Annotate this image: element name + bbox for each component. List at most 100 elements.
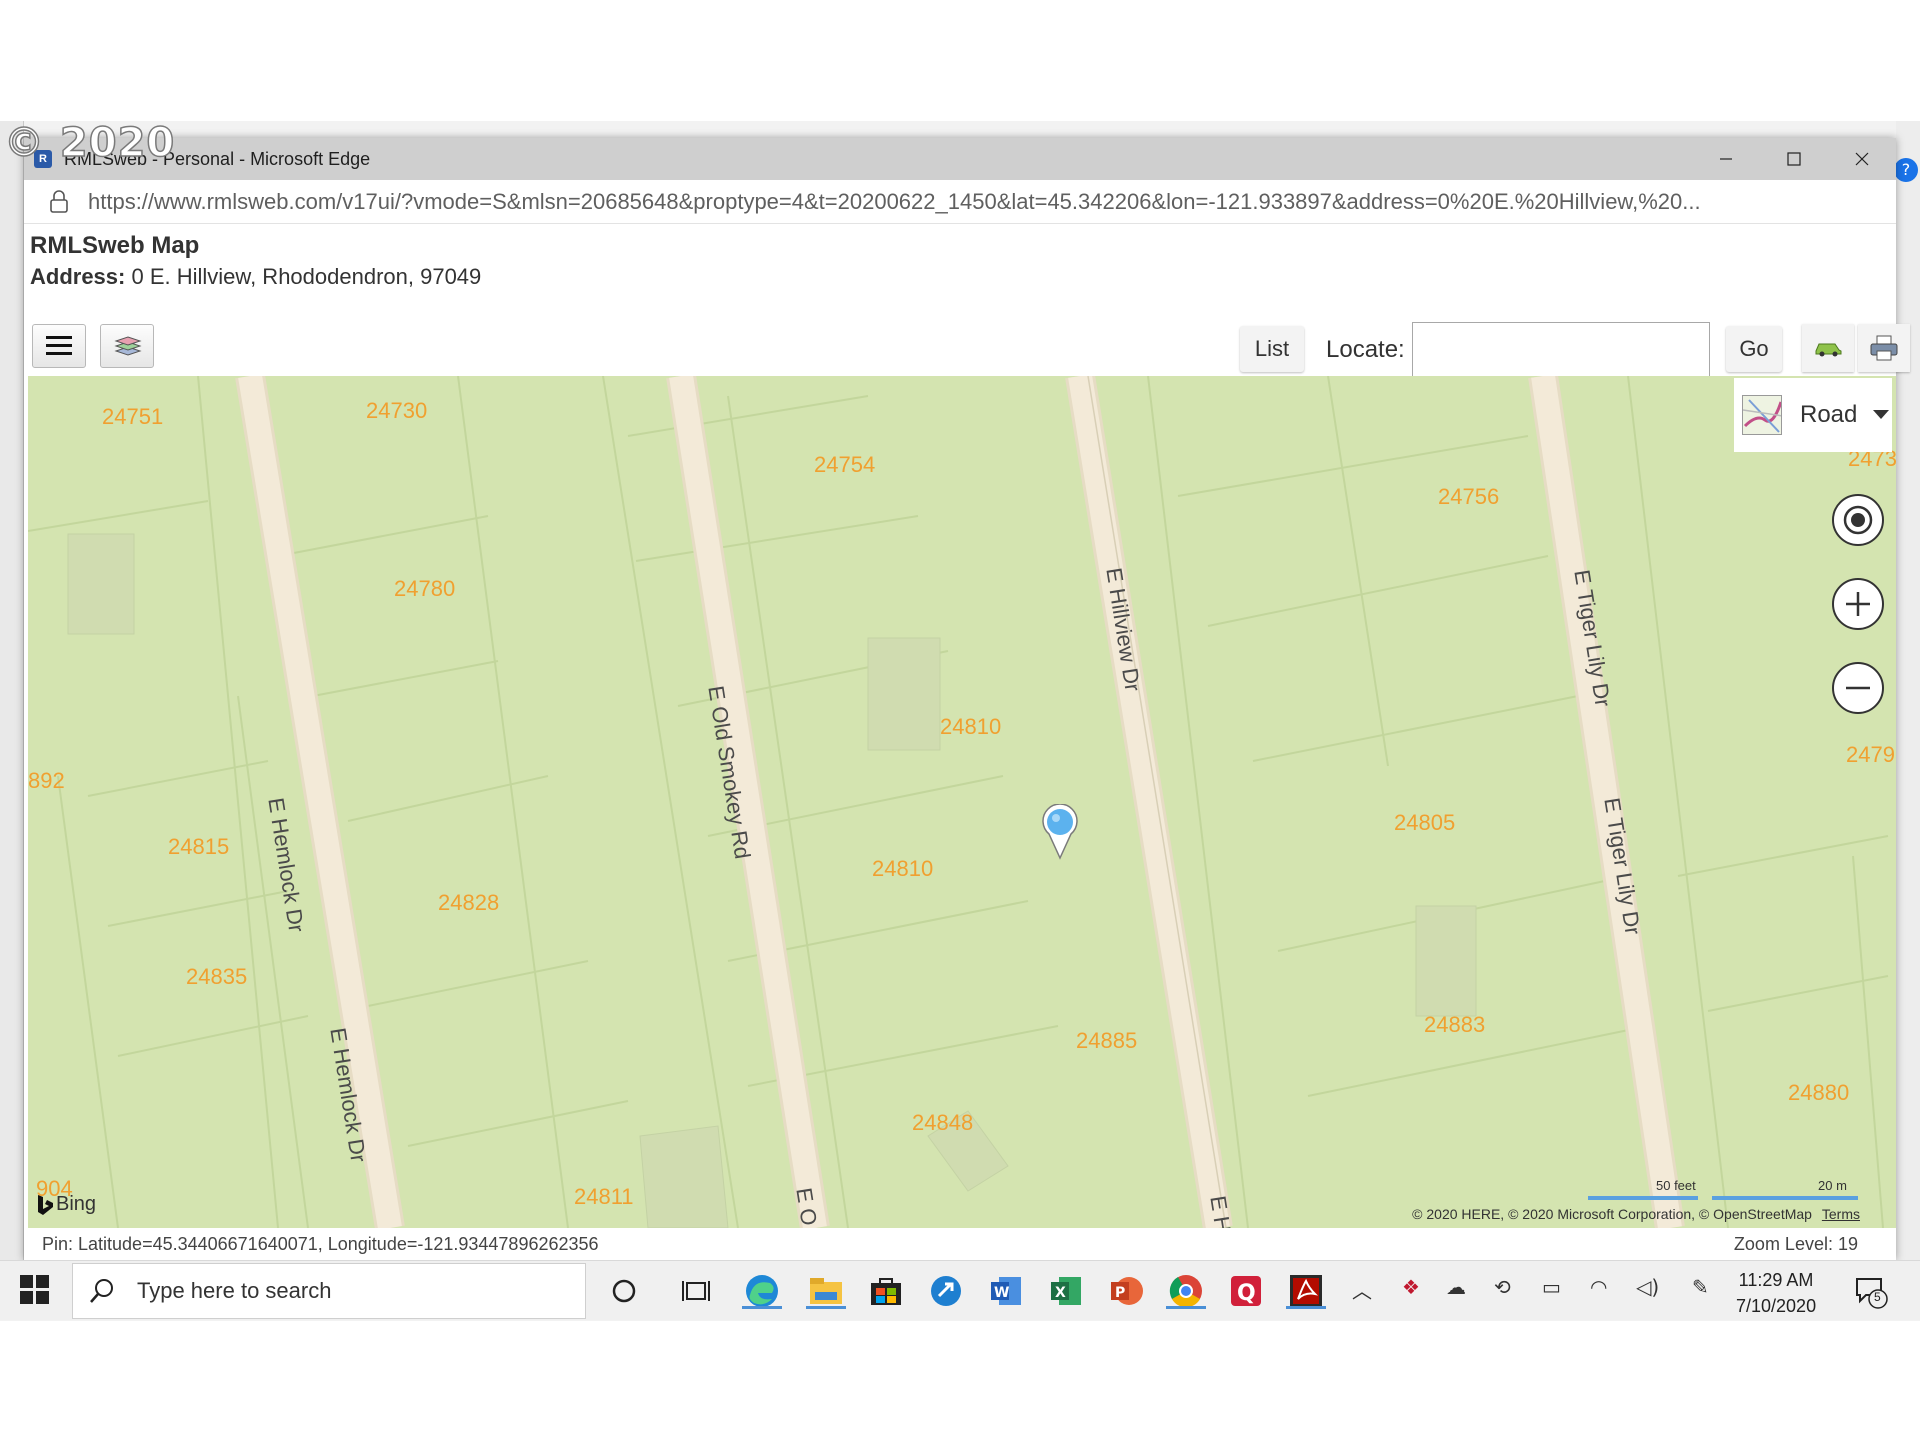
close-button[interactable] [1828,138,1896,180]
scale-meters-label: 20 m [1818,1178,1847,1193]
map-type-label: Road [1800,401,1858,428]
address-bar: https://www.rmlsweb.com/v17ui/?vmode=S&m… [24,180,1896,224]
parcel-number: 24811 [574,1184,634,1209]
cortana-icon[interactable] [604,1271,644,1311]
maximize-button[interactable] [1760,138,1828,180]
map-type-dropdown[interactable]: Road [1734,378,1892,452]
window-controls [1692,138,1896,180]
acrobat-icon[interactable] [1286,1271,1326,1311]
zoom-out-button[interactable] [1832,662,1884,714]
parcel-number: 892 [28,768,65,793]
bing-label: Bing [56,1193,97,1215]
parcel-number: 24815 [168,834,230,859]
directions-button[interactable] [1802,324,1854,372]
parcel-number: 24805 [1394,810,1456,835]
powerpoint-icon[interactable]: P [1106,1271,1146,1311]
chevron-down-icon [1873,410,1890,419]
notification-count: 5 [1874,1290,1881,1304]
hillview-double-line [1087,376,1227,1228]
link-app-icon[interactable] [926,1271,966,1311]
battery-icon[interactable]: ▭ [1542,1275,1561,1299]
layers-button[interactable] [100,324,154,368]
onedrive-icon[interactable]: ☁ [1446,1275,1466,1299]
bing-logo[interactable]: Bing [36,1193,96,1216]
menu-button[interactable] [32,324,86,368]
edge-icon[interactable] [742,1271,782,1311]
volume-icon[interactable]: ◁) [1636,1275,1659,1299]
wifi-icon[interactable]: ◠ [1590,1275,1607,1299]
target-icon [1843,505,1873,535]
map-attribution: © 2020 HERE, © 2020 Microsoft Corporatio… [1412,1206,1860,1222]
parcel-number: 24885 [1076,1028,1138,1053]
svg-text:W: W [994,1285,1009,1301]
taskbar: Type here to search W X P Q ︿ ❖ ☁ ⟲ ▭ ◠ … [0,1260,1920,1320]
parcel-number: 24835 [186,964,248,989]
clock-date: 7/10/2020 [1736,1296,1817,1316]
task-view-icon[interactable] [676,1271,716,1311]
road-map-icon [1742,395,1782,435]
scale-meters-bar [1712,1196,1858,1200]
notifications-button[interactable]: 5 [1854,1275,1888,1309]
dropbox-icon[interactable]: ❖ [1402,1275,1420,1299]
desktop: ? © 2020 R RMLSweb - Personal - Microsof… [0,0,1920,1440]
svg-text:X: X [1055,1285,1066,1301]
parcel-number: 24810 [872,856,934,881]
go-button[interactable]: Go [1726,326,1782,372]
parcel-number: 24754 [814,452,876,477]
parcel-number: 24793 [1846,742,1896,767]
url-field[interactable]: https://www.rmlsweb.com/v17ui/?vmode=S&m… [88,189,1868,215]
plus-icon [1846,592,1870,616]
svg-text:Q: Q [1237,1281,1256,1306]
store-icon[interactable] [866,1271,906,1311]
maximize-icon [1787,152,1801,166]
page-header: RMLSweb Map Address: 0 E. Hillview, Rhod… [24,224,1896,316]
locate-input[interactable] [1412,322,1710,384]
parcel-number: 24883 [1424,1012,1486,1037]
printer-icon [1870,335,1898,361]
copyright-watermark: © 2020 [3,119,176,167]
parcel-number: 24751 [102,404,164,429]
hamburger-icon [46,336,72,355]
update-icon[interactable]: ⟲ [1494,1275,1511,1299]
print-button[interactable] [1858,324,1910,372]
show-hidden-icons-icon[interactable]: ︿ [1352,1275,1372,1304]
locate-me-button[interactable] [1832,494,1884,546]
minus-icon [1846,686,1870,690]
zoom-in-button[interactable] [1832,578,1884,630]
parcel-number: 24730 [366,398,428,423]
bing-icon [38,1194,53,1215]
windows-start-icon[interactable] [20,1275,50,1305]
terms-link[interactable]: Terms [1822,1206,1860,1222]
parcel-number: 24780 [394,576,456,601]
word-icon[interactable]: W [986,1271,1026,1311]
layers-icon [114,336,142,356]
list-button[interactable]: List [1240,326,1304,372]
title-bar[interactable]: R RMLSweb - Personal - Microsoft Edge [24,138,1896,180]
lock-icon[interactable] [44,189,74,214]
car-icon [1815,343,1842,357]
background-window-left-edge [0,121,24,1261]
search-placeholder: Type here to search [137,1278,332,1303]
quicken-icon[interactable]: Q [1226,1271,1266,1311]
map-canvas[interactable]: E Hemlock Dr E Hemlock Dr E Old Smokey R… [28,376,1896,1228]
parcel-number: 24828 [438,890,500,915]
chrome-icon[interactable] [1166,1271,1206,1311]
help-icon[interactable]: ? [1894,158,1918,182]
file-explorer-icon[interactable] [806,1271,846,1311]
pen-icon[interactable]: ✎ [1692,1275,1709,1299]
location-pin-icon[interactable] [1040,804,1080,860]
zoom-level: Zoom Level: 19 [1733,1234,1858,1254]
taskbar-search[interactable]: Type here to search [72,1263,586,1319]
system-clock[interactable]: 11:29 AM 7/10/2020 [1736,1267,1816,1319]
pin-coordinates: Pin: Latitude=45.34406671640071, Longitu… [42,1234,599,1254]
minimize-icon [1720,158,1732,160]
parcel-number: 24810 [940,714,1002,739]
page-title: RMLSweb Map [30,232,200,259]
clock-time: 11:29 AM [1738,1270,1814,1290]
address-label: Address: [30,264,126,289]
notification-icon [1856,1278,1888,1309]
parcel-number: 24848 [912,1110,974,1135]
minimize-button[interactable] [1692,138,1760,180]
svg-text:P: P [1115,1285,1125,1301]
excel-icon[interactable]: X [1046,1271,1086,1311]
